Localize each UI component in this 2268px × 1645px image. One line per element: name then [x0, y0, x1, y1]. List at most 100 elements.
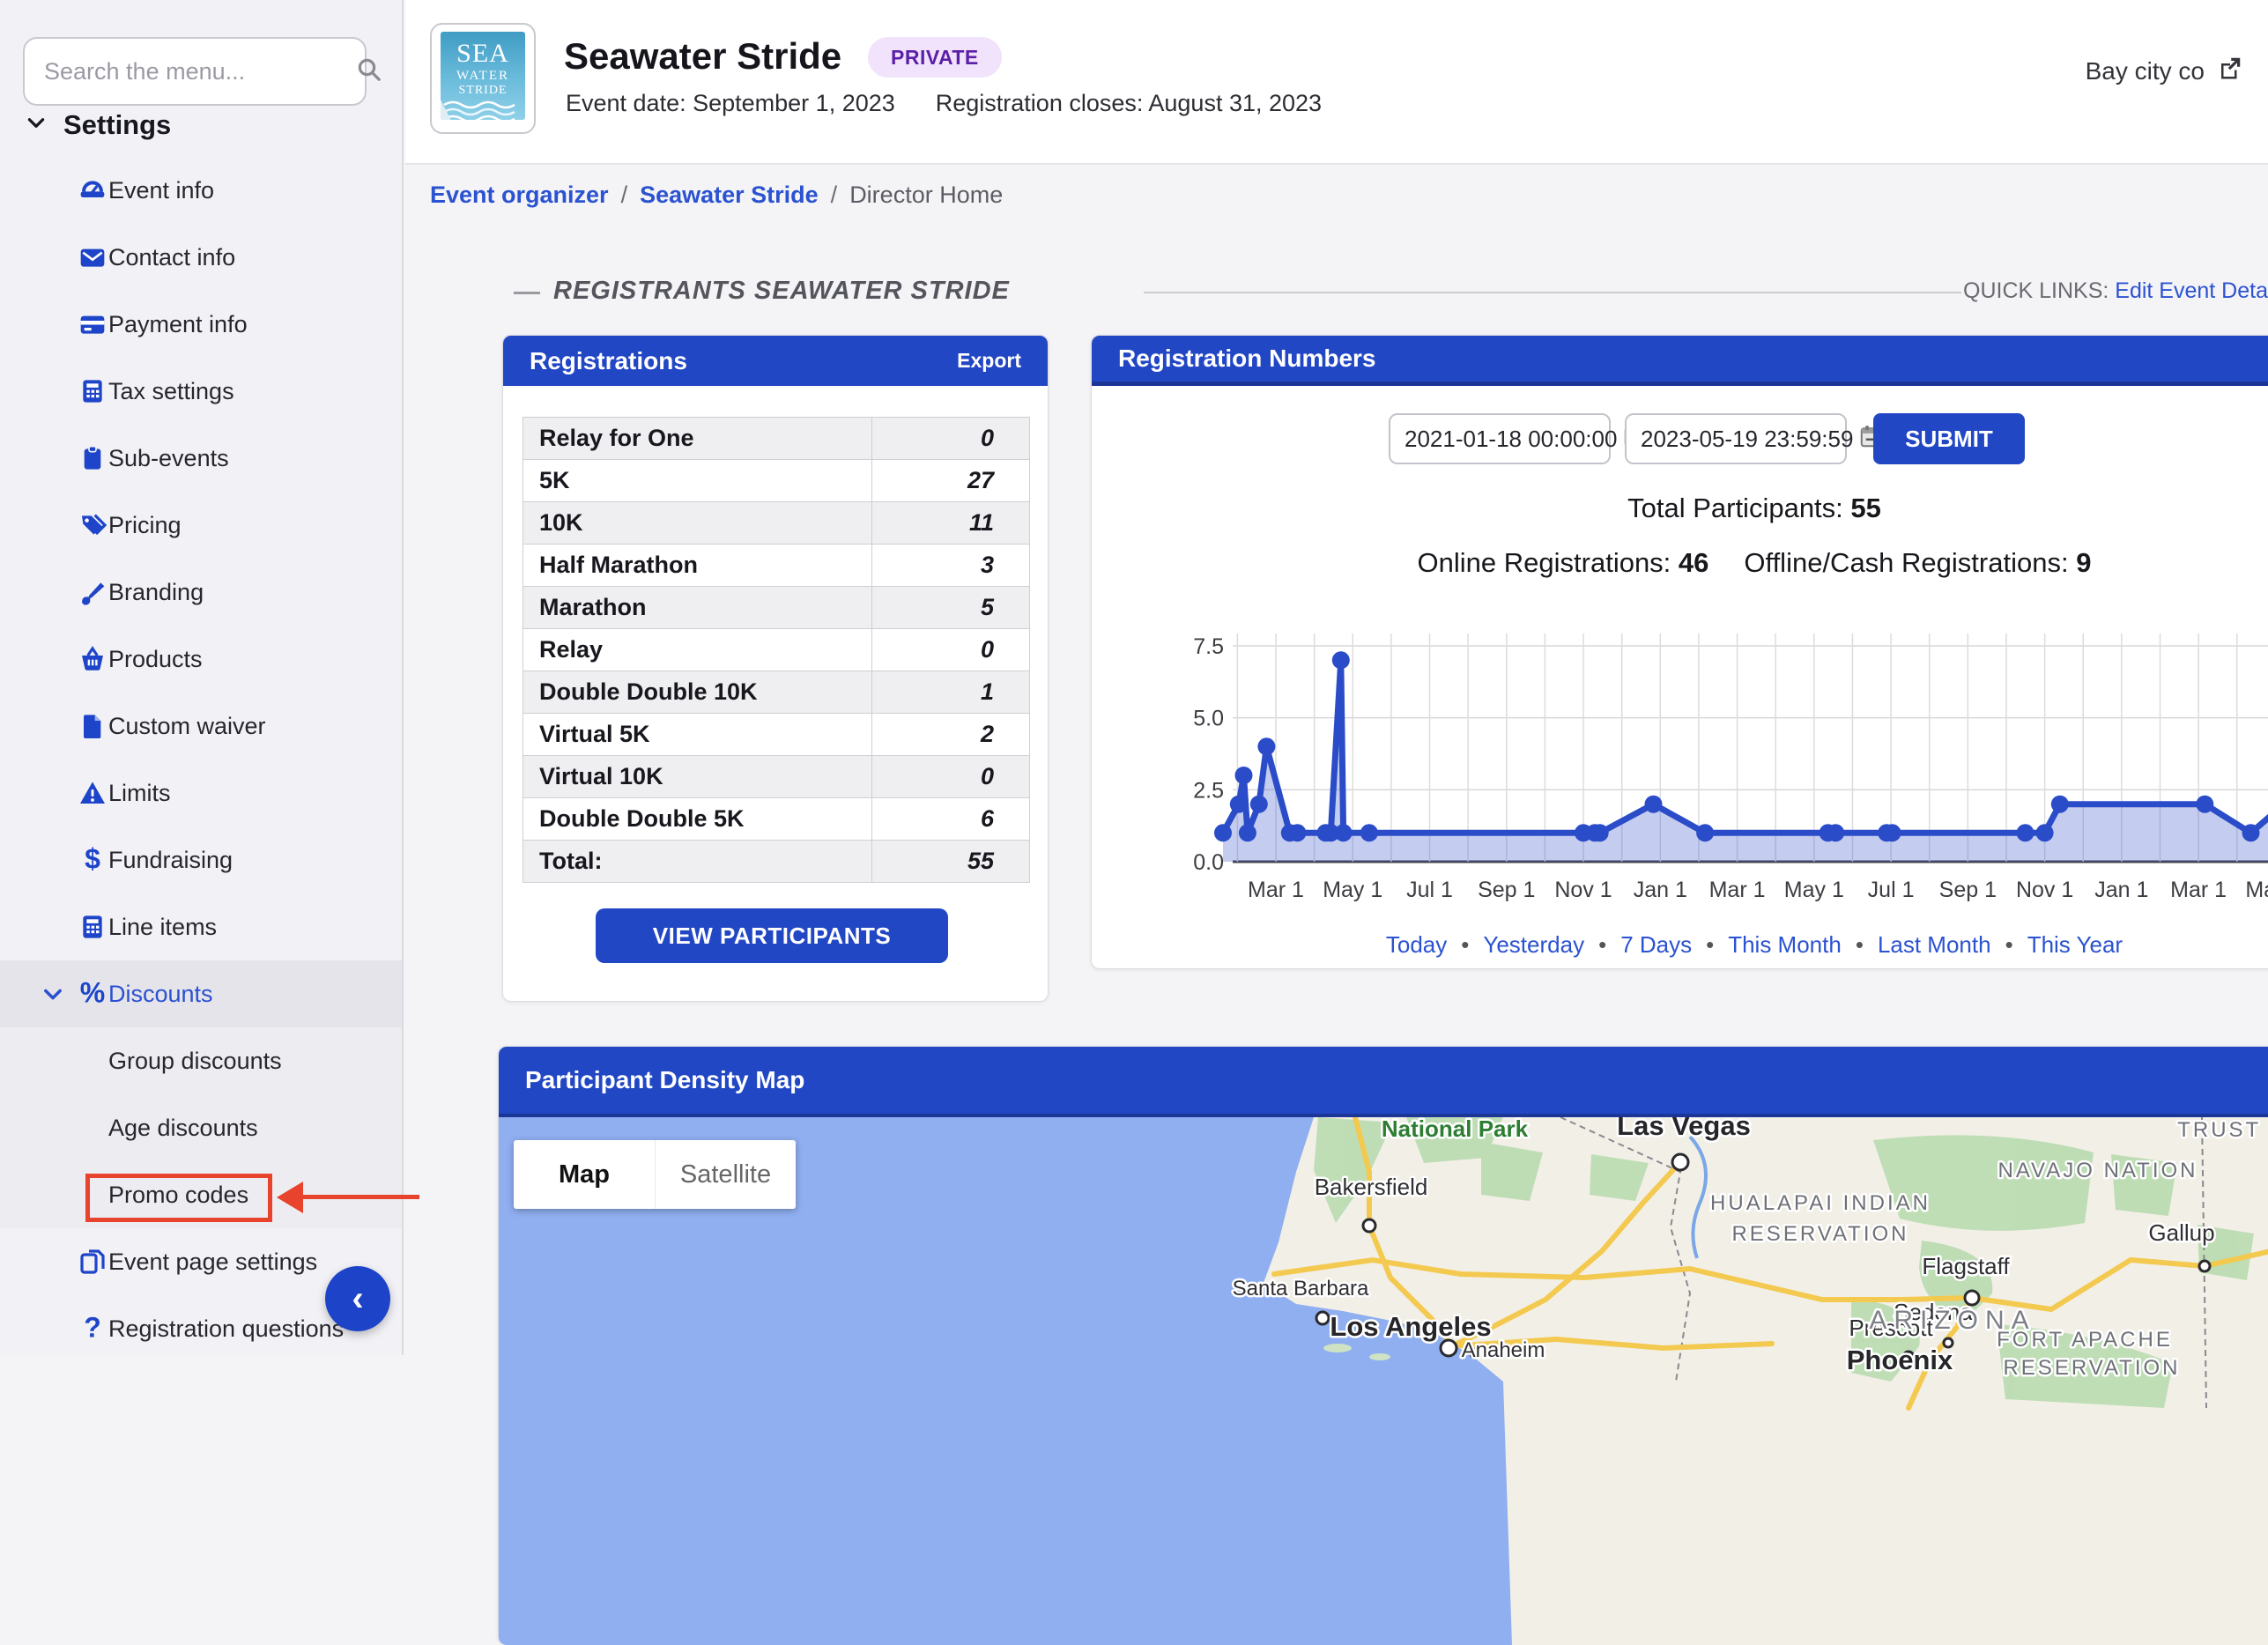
- gauge-icon: [78, 175, 107, 205]
- table-row: 5K 27: [523, 460, 1030, 502]
- registrations-card: Registrations Export Relay for One 05K 2…: [502, 335, 1049, 1002]
- row-value: 5: [872, 587, 1030, 629]
- row-label: 10K: [523, 502, 872, 545]
- satellite-button[interactable]: Satellite: [655, 1140, 796, 1209]
- page-header: [405, 0, 2268, 165]
- breadcrumb-link-0[interactable]: Event organizer: [430, 182, 609, 208]
- file-icon: [78, 711, 107, 741]
- map-button[interactable]: Map: [514, 1140, 655, 1209]
- sidebar-item-payment-info[interactable]: Payment info: [0, 291, 402, 358]
- range-link-7-days[interactable]: 7 Days: [1620, 931, 1692, 958]
- range-link-this-year[interactable]: This Year: [2027, 931, 2123, 958]
- range-link-this-month[interactable]: This Month: [1728, 931, 1842, 958]
- section-divider: [1144, 292, 1961, 293]
- private-badge: PRIVATE: [868, 37, 1002, 78]
- question-icon: ?: [78, 1314, 107, 1344]
- sidebar-item-products[interactable]: Products: [0, 626, 402, 693]
- table-row: Virtual 10K 0: [523, 756, 1030, 798]
- quick-link-0[interactable]: Edit Event Details: [2115, 278, 2268, 303]
- sidebar-item-discounts[interactable]: %Discounts: [0, 960, 402, 1027]
- sidebar-item-custom-waiver[interactable]: Custom waiver: [0, 693, 402, 760]
- sidebar-item-label: Registration questions: [108, 1315, 344, 1343]
- row-value: 6: [872, 798, 1030, 841]
- range-link-yesterday[interactable]: Yesterday: [1483, 931, 1584, 958]
- sidebar-item-contact-info[interactable]: Contact info: [0, 224, 402, 291]
- sidebar-item-event-info[interactable]: Event info: [0, 157, 402, 224]
- event-date: Event date: September 1, 2023: [566, 90, 895, 116]
- submit-button[interactable]: SUBMIT: [1873, 413, 2025, 464]
- sidebar-item-label: Pricing: [108, 512, 182, 539]
- sidebar-item-branding[interactable]: Branding: [0, 559, 402, 626]
- sidebar-item-sub-events[interactable]: Sub-events: [0, 425, 402, 492]
- sidebar-item-label: Contact info: [108, 244, 235, 271]
- sidebar-item-label: Limits: [108, 780, 171, 807]
- map-title: Participant Density Map: [525, 1066, 804, 1094]
- registration-numbers-title: Registration Numbers: [1118, 345, 1376, 373]
- sidebar-item-tax-settings[interactable]: Tax settings: [0, 358, 402, 425]
- date-from-input[interactable]: 2021-01-18 00:00:00: [1389, 413, 1611, 464]
- export-button[interactable]: Export: [957, 349, 1021, 373]
- sidebar-item-group-discounts[interactable]: Group discounts: [0, 1027, 402, 1094]
- svg-text:Jul 1: Jul 1: [1406, 878, 1453, 902]
- row-value: 2: [872, 714, 1030, 756]
- sidebar-item-label: Event info: [108, 177, 214, 204]
- sidebar-item-label: Fundraising: [108, 847, 233, 874]
- table-row: Double Double 10K 1: [523, 671, 1030, 714]
- svg-text:May 1: May 1: [1784, 878, 1844, 902]
- range-link-last-month[interactable]: Last Month: [1878, 931, 1991, 958]
- organization-link[interactable]: Bay city co: [2086, 55, 2243, 87]
- sidebar-item-label: Group discounts: [108, 1048, 282, 1075]
- breadcrumb-link-1[interactable]: Seawater Stride: [640, 182, 819, 208]
- event-logo-art: SEA WATER STRIDE: [441, 32, 525, 120]
- view-participants-button[interactable]: VIEW PARTICIPANTS: [596, 908, 948, 963]
- row-value: 1: [872, 671, 1030, 714]
- sidebar-settings-header[interactable]: Settings: [25, 106, 171, 144]
- percent-icon: %: [78, 979, 107, 1009]
- warn-icon: [78, 778, 107, 808]
- sidebar-item-label: Products: [108, 646, 203, 673]
- search-input[interactable]: [44, 58, 356, 85]
- tags-icon: [78, 510, 107, 540]
- svg-text:?: ?: [84, 1315, 101, 1343]
- page-title: Seawater Stride: [564, 35, 841, 78]
- row-value: 0: [872, 418, 1030, 460]
- breadcrumb-current: Director Home: [849, 182, 1003, 208]
- svg-text:Las Vegas: Las Vegas: [1617, 1117, 1751, 1141]
- card-icon: [78, 309, 107, 339]
- svg-text:Jan 1: Jan 1: [1634, 878, 1687, 902]
- sidebar-search[interactable]: [23, 37, 367, 106]
- date-to-input[interactable]: 2023-05-19 23:59:59: [1625, 413, 1847, 464]
- online-offline-registrations: Online Registrations: 46Offline/Cash Reg…: [1234, 547, 2268, 579]
- table-row: Marathon 5: [523, 587, 1030, 629]
- section-title: REGISTRANTS SEAWATER STRIDE: [553, 277, 1010, 306]
- clip-icon: [78, 443, 107, 473]
- row-label: Half Marathon: [523, 545, 872, 587]
- sidebar-item-pricing[interactable]: Pricing: [0, 492, 402, 559]
- sidebar-item-label: Line items: [108, 914, 217, 941]
- sidebar-item-label: Branding: [108, 579, 204, 606]
- breadcrumb: Event organizer/Seawater Stride/Director…: [430, 182, 1003, 209]
- svg-text:RESERVATION: RESERVATION: [1731, 1222, 1909, 1246]
- svg-text:0.0: 0.0: [1193, 850, 1224, 875]
- svg-text:May 1: May 1: [2245, 878, 2268, 902]
- svg-text:Phoenix: Phoenix: [1847, 1345, 1953, 1375]
- row-value: 11: [872, 502, 1030, 545]
- settings-label: Settings: [63, 109, 171, 141]
- sidebar-item-label: Event page settings: [108, 1249, 317, 1276]
- sidebar-item-label: Age discounts: [108, 1115, 258, 1142]
- section-dash: [514, 292, 540, 294]
- sidebar-item-fundraising[interactable]: $Fundraising: [0, 826, 402, 893]
- sidebar-item-limits[interactable]: Limits: [0, 760, 402, 826]
- table-row: Total: 55: [523, 841, 1030, 883]
- range-link-today[interactable]: Today: [1386, 931, 1447, 958]
- svg-text:NAVAJO NATION: NAVAJO NATION: [1997, 1159, 2198, 1182]
- svg-text:Santa Barbara: Santa Barbara: [1233, 1277, 1369, 1300]
- participant-density-map-card: Participant Density Map: [498, 1046, 2268, 1645]
- table-row: Double Double 5K 6: [523, 798, 1030, 841]
- sidebar-collapse-button[interactable]: ‹: [325, 1266, 390, 1331]
- sidebar-item-line-items[interactable]: Line items: [0, 893, 402, 960]
- sidebar-item-age-discounts[interactable]: Age discounts: [0, 1094, 402, 1161]
- search-icon[interactable]: [356, 56, 382, 87]
- map-viewport[interactable]: National ParkLas VegasTRUST LANAVAJO NAT…: [499, 1117, 2268, 1645]
- row-label: Total:: [523, 841, 872, 883]
